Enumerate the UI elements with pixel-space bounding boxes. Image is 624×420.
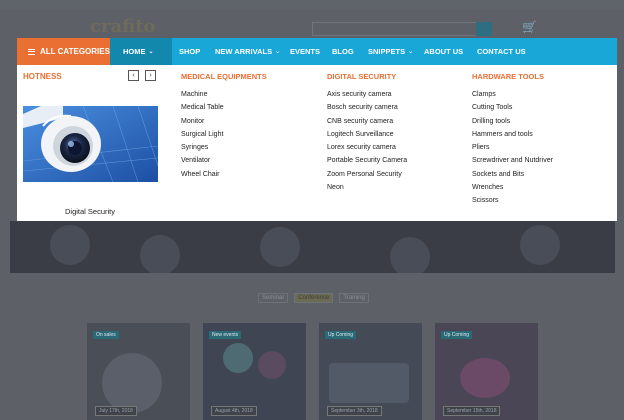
event-card[interactable]: On sales July 17th, 2018 (87, 323, 190, 420)
menu-link[interactable]: Scissors (472, 195, 553, 208)
nav-contact-us[interactable]: CONTACT US (477, 38, 526, 65)
nav-blog-label: BLOG (332, 47, 354, 56)
menu-link[interactable]: Bosch security camera (327, 102, 407, 115)
column-title[interactable]: HARDWARE TOOLS (472, 72, 553, 81)
hotness-caption[interactable]: Digital Security (65, 207, 115, 216)
nav-about-us-label: ABOUT US (424, 47, 464, 56)
menu-link[interactable]: Wrenches (472, 182, 553, 195)
nav-blog[interactable]: BLOG (332, 38, 354, 65)
event-cards: On sales July 17th, 2018 New events Augu… (87, 323, 538, 420)
all-categories-button[interactable]: ALL CATEGORIES (17, 38, 110, 65)
menu-link[interactable]: Pliers (472, 142, 553, 155)
menu-link[interactable]: Machine (181, 89, 267, 102)
filter-training[interactable]: Training (339, 293, 369, 303)
menu-link[interactable]: Medical Table (181, 102, 267, 115)
menu-column-digital-security: DIGITAL SECURITY Axis security camera Bo… (327, 72, 407, 195)
menu-icon (28, 48, 35, 55)
hero-banner (10, 221, 615, 273)
menu-link[interactable]: Axis security camera (327, 89, 407, 102)
event-tag: Up Coming (325, 331, 357, 339)
column-title[interactable]: MEDICAL EQUIPMENTS (181, 72, 267, 81)
menu-link[interactable]: Lorex security camera (327, 142, 407, 155)
nav-snippets[interactable]: SNIPPETS ⌄ (368, 38, 413, 65)
search-button[interactable] (476, 22, 492, 36)
filter-seminar[interactable]: Seminar (258, 293, 289, 303)
chevron-left-icon[interactable]: ‹ (128, 70, 139, 81)
nav-events-label: EVENTS (290, 47, 321, 56)
menu-link[interactable]: Drilling tools (472, 116, 553, 129)
event-date: September 3th, 2018 (327, 406, 382, 416)
menu-link[interactable]: Zoom Personal Security (327, 169, 407, 182)
site-logo[interactable]: crafito (90, 16, 156, 37)
event-tag: On sales (93, 331, 119, 339)
menu-link[interactable]: Portable Security Camera (327, 155, 407, 168)
nav-new-arrivals-label: NEW ARRIVALS (215, 47, 273, 56)
event-card[interactable]: Up Coming September 15th, 2018 (435, 323, 538, 420)
menu-link[interactable]: Hammers and tools (472, 129, 553, 142)
chevron-right-icon[interactable]: › (145, 70, 156, 81)
nav-home[interactable]: HOME ⌄ (110, 38, 172, 65)
event-date: August 4th, 2018 (211, 406, 257, 416)
search-input[interactable] (312, 22, 492, 36)
column-title[interactable]: DIGITAL SECURITY (327, 72, 407, 81)
chevron-down-icon: ⌄ (408, 49, 414, 55)
menu-link[interactable]: Monitor (181, 116, 267, 129)
nav-home-label: HOME (123, 47, 146, 56)
menu-link[interactable]: Wheel Chair (181, 169, 267, 182)
chevron-down-icon: ⌄ (148, 49, 154, 55)
nav-events[interactable]: EVENTS (290, 38, 320, 65)
top-bar (0, 0, 624, 10)
nav-new-arrivals[interactable]: NEW ARRIVALS ⌄ (215, 38, 280, 65)
nav-snippets-label: SNIPPETS (368, 47, 406, 56)
event-card[interactable]: Up Coming September 3th, 2018 (319, 323, 422, 420)
menu-link[interactable]: Sockets and Bits (472, 169, 553, 182)
hotness-title: HOTNESS (23, 72, 62, 81)
menu-link[interactable]: Surgical Light (181, 129, 267, 142)
main-nav: HOME ⌄ SHOP NEW ARRIVALS ⌄ EVENTS BLOG SNI… (110, 38, 617, 65)
menu-link[interactable]: Neon (327, 182, 407, 195)
hotness-product-image[interactable] (23, 106, 158, 182)
menu-link[interactable]: CNB security camera (327, 116, 407, 129)
menu-link[interactable]: Screwdriver and Nutdriver (472, 155, 553, 168)
nav-about-us[interactable]: ABOUT US (424, 38, 463, 65)
event-tag: Up Coming (441, 331, 473, 339)
menu-link[interactable]: Syringes (181, 142, 267, 155)
menu-link[interactable]: Cutting Tools (472, 102, 553, 115)
event-date: September 15th, 2018 (443, 406, 501, 416)
chevron-down-icon: ⌄ (275, 49, 281, 55)
menu-link[interactable]: Ventilator (181, 155, 267, 168)
menu-column-medical: MEDICAL EQUIPMENTS Machine Medical Table… (181, 72, 267, 182)
mega-menu: HOTNESS ‹ › Digital Security MEDICAL EQU… (17, 65, 617, 221)
nav-contact-us-label: CONTACT US (477, 47, 526, 56)
event-tag: New events (209, 331, 242, 339)
all-categories-label: ALL CATEGORIES (40, 47, 110, 56)
nav-shop-label: SHOP (179, 47, 201, 56)
cart-icon[interactable]: 🛒 (522, 20, 538, 36)
menu-link[interactable]: Clamps (472, 89, 553, 102)
event-filters: Seminar Conference Training (258, 293, 369, 303)
nav-shop[interactable]: SHOP (179, 38, 200, 65)
event-card[interactable]: New events August 4th, 2018 (203, 323, 306, 420)
filter-conference[interactable]: Conference (294, 293, 334, 303)
event-date: July 17th, 2018 (95, 406, 137, 416)
menu-column-hardware-tools: HARDWARE TOOLS Clamps Cutting Tools Dril… (472, 72, 553, 209)
menu-link[interactable]: Logitech Surveillance (327, 129, 407, 142)
